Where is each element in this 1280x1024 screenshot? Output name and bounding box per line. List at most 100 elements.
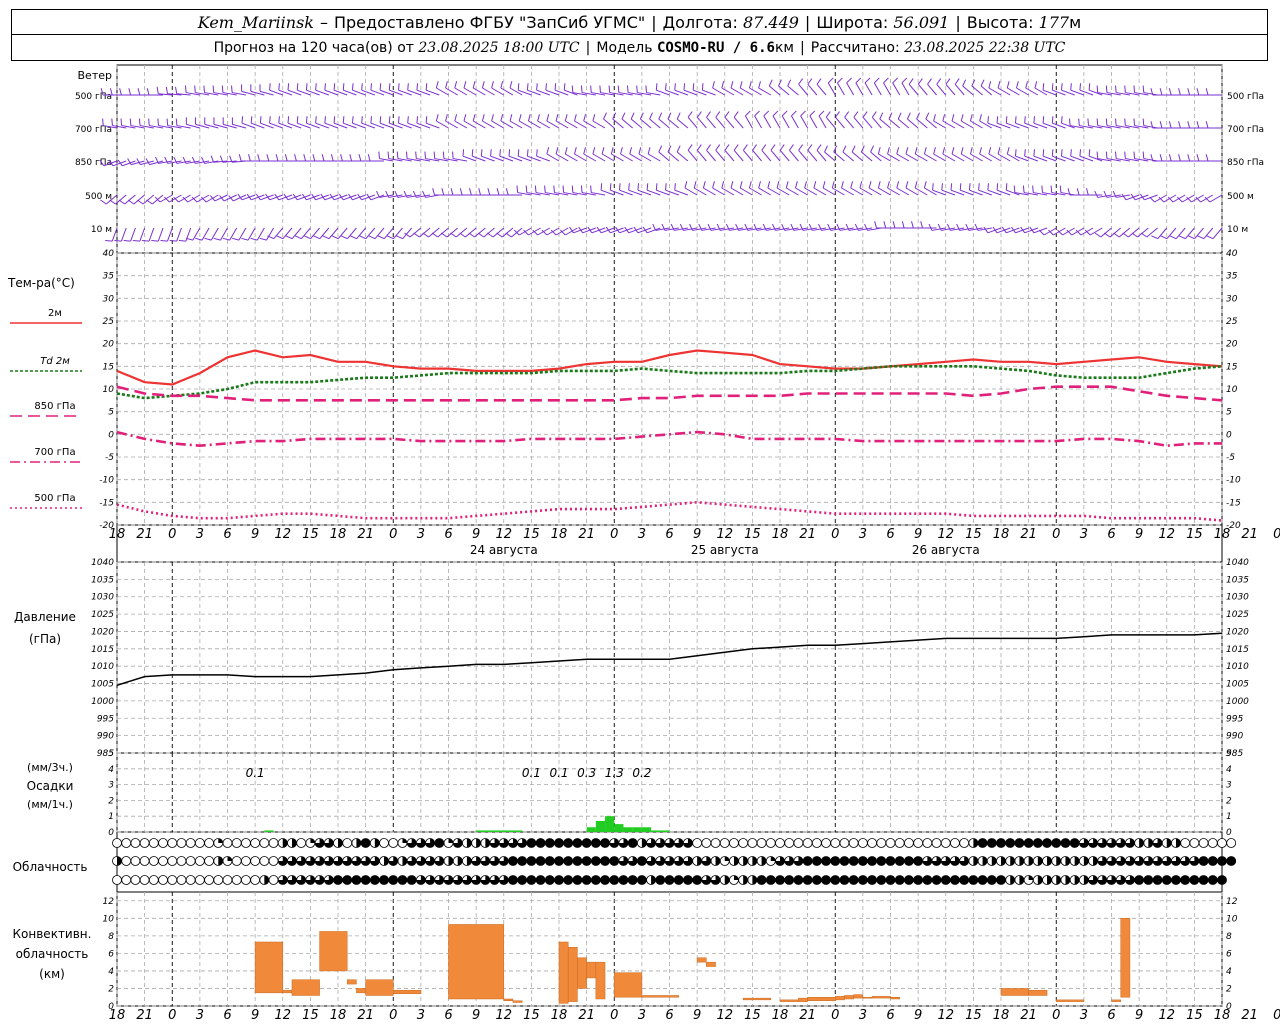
cloud-symbol-fill	[1139, 838, 1144, 848]
cloud-symbol-fill	[849, 856, 859, 866]
wind-barb-feather	[942, 114, 946, 122]
cloud-symbol	[121, 875, 132, 885]
wind-barb-feather	[368, 235, 376, 240]
wind-barb-feather	[250, 116, 253, 124]
conv-xtick: 9	[693, 1008, 701, 1023]
cloud-symbol	[710, 838, 721, 848]
wind-barb-feather	[276, 235, 284, 240]
wind-barb	[927, 83, 937, 96]
wind-barb	[772, 115, 781, 129]
cloud-symbol-fill	[218, 838, 223, 843]
wind-barb-feather	[877, 181, 881, 189]
cloud-symbol-fill	[637, 875, 647, 885]
wind-barb-feather	[754, 110, 760, 117]
wind-barb	[742, 149, 753, 162]
wind-barb-feather	[592, 114, 596, 122]
cloud-symbol	[148, 856, 159, 866]
wind-level-left: 500 гПа	[75, 92, 112, 102]
cloud-symbol-fill	[1093, 856, 1098, 866]
precip-3h-label: 0.2	[632, 766, 651, 780]
wind-barb-feather	[1068, 118, 1071, 126]
conv-ytick-left: 4	[108, 967, 114, 977]
wind-barb-feather	[693, 181, 697, 189]
precip-top-label: (мм/3ч.)	[27, 761, 73, 774]
temp-ytick-left: 30	[103, 294, 115, 304]
cloud-symbol-fill	[1166, 838, 1172, 848]
wind-barb	[917, 83, 928, 96]
wind-barb-feather	[562, 185, 565, 193]
wind-barb-feather	[178, 240, 186, 242]
wind-barb-feather	[563, 83, 566, 91]
wind-barb-feather	[1042, 116, 1045, 124]
cloud-symbol-fill	[950, 875, 960, 885]
wind-barb-feather	[544, 185, 546, 193]
precip-ytick-right: 0	[1226, 828, 1232, 838]
precip-ytick-right: 5	[1226, 749, 1232, 759]
wind-barb-feather	[842, 145, 847, 153]
cloud-symbol-fill	[628, 875, 638, 885]
conv-xtick: 9	[914, 1008, 922, 1023]
conv-bar	[862, 996, 873, 999]
wind-barb-feather	[701, 83, 704, 91]
wind-barb-feather	[592, 147, 596, 155]
wind-barb-feather	[445, 81, 448, 89]
wind-barb-feather	[996, 116, 999, 124]
wind-barb-feather	[322, 235, 330, 240]
temp-xtick: 9	[914, 527, 922, 542]
wind-barb-feather	[367, 154, 371, 162]
wind-barb-feather	[1140, 232, 1148, 238]
wind-barb-feather	[1113, 232, 1120, 238]
cloud-symbol-fill	[821, 856, 831, 866]
cloud-symbol-fill	[1028, 856, 1034, 866]
cloud-symbol	[1207, 838, 1218, 848]
temp-xtick: 6	[886, 527, 894, 542]
cloud-symbol	[130, 856, 141, 866]
wind-barb-feather	[499, 149, 501, 157]
conv-bar	[356, 988, 366, 994]
wind-barb	[768, 85, 781, 96]
wind-barb	[807, 149, 818, 162]
cloud-symbol-fill	[692, 875, 702, 885]
date-label: 24 августа	[470, 543, 538, 557]
pres-ytick-left: 1005	[91, 680, 114, 690]
precip-bar	[512, 830, 523, 832]
cloud-symbol-fill	[1037, 875, 1043, 885]
wind-barb-feather	[687, 144, 693, 151]
precip-3h-label: 0.1	[246, 766, 265, 780]
wind-barb-feather	[350, 235, 357, 240]
temp-xtick: 0	[610, 527, 618, 542]
wind-barb	[870, 151, 882, 162]
wind-barb-feather	[340, 235, 348, 240]
temp-ytick-right: 10	[1226, 385, 1238, 395]
cloud-symbol-fill	[1060, 838, 1070, 848]
temp-xtick: 6	[444, 527, 452, 542]
cloud-symbol-fill	[508, 875, 518, 885]
wind-barb-feather	[883, 221, 887, 229]
pres-ytick-left: 1040	[91, 558, 114, 568]
wind-barb-feather	[887, 181, 890, 189]
wind-barb-feather	[1005, 183, 1008, 191]
wind-barb	[120, 227, 127, 242]
conv-xtick: 15	[302, 1008, 319, 1023]
conv-xtick: 3	[638, 1008, 646, 1023]
conv-xtick: 15	[744, 1008, 761, 1023]
wind-barb-feather	[658, 112, 663, 120]
wind-barb-feather	[1133, 151, 1136, 159]
wind-barb-feather	[1079, 83, 1082, 91]
wind-barb-feather	[555, 147, 559, 155]
cloud-symbol-fill	[1037, 856, 1043, 866]
cloud-symbol-fill	[973, 856, 978, 866]
cloud-symbol	[231, 838, 242, 848]
wind-level-right: 500 гПа	[1227, 92, 1264, 102]
cloud-symbol-fill	[757, 875, 767, 885]
wind-barb-feather	[1131, 232, 1138, 238]
temp-xtick: 15	[523, 527, 540, 542]
temp-xtick: 18	[772, 527, 789, 542]
wind-barb-feather	[785, 181, 789, 189]
cloud-symbol-fill	[508, 856, 518, 866]
wind-barb-feather	[822, 181, 826, 189]
wind-barb-feather	[781, 110, 788, 117]
wind-barb-feather	[275, 154, 279, 162]
cloud-symbol	[259, 856, 270, 866]
cloud-symbol-fill	[996, 838, 1006, 848]
